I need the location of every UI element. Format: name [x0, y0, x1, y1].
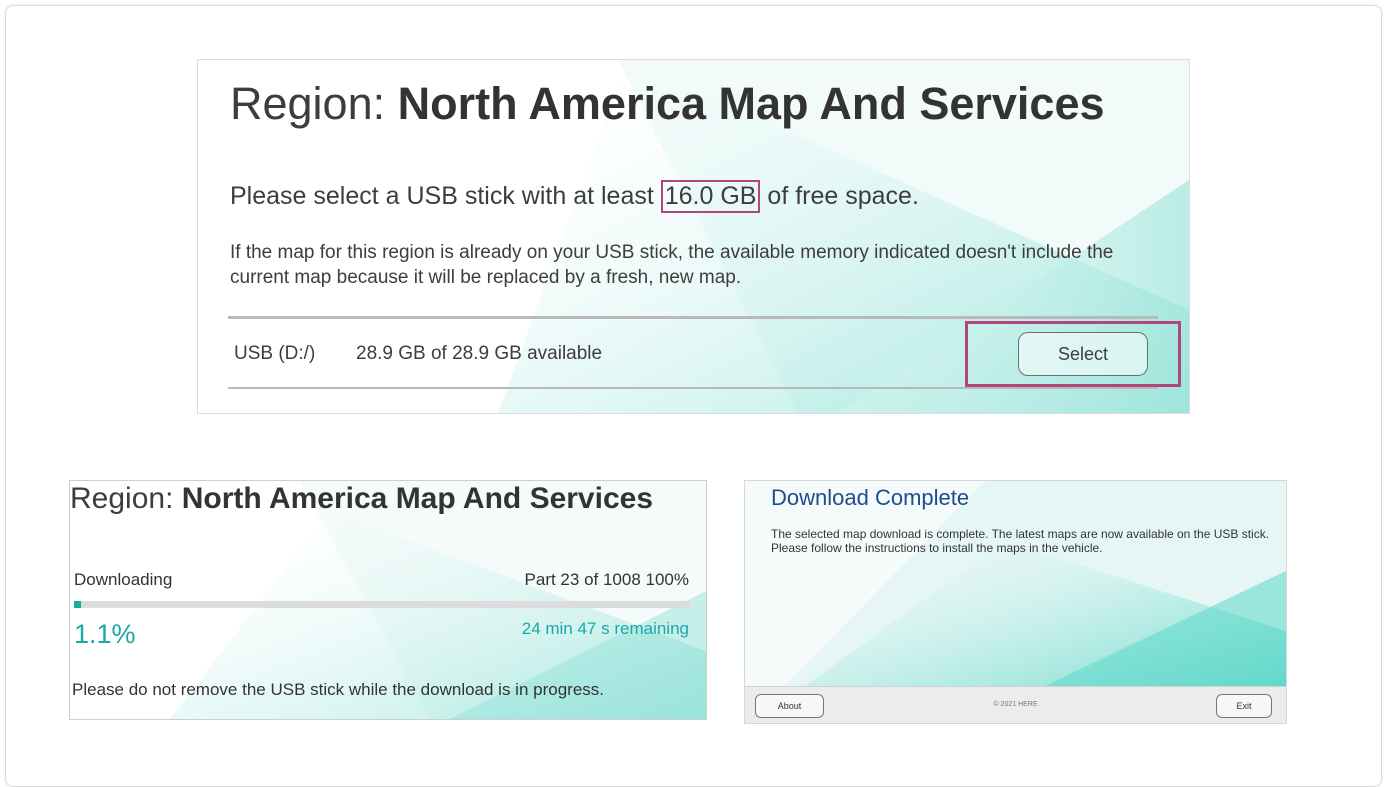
copyright-text: © 2021 HERE — [993, 701, 1038, 708]
region-title: Region: North America Map And Services — [70, 482, 654, 515]
complete-title: Download Complete — [771, 485, 970, 510]
download-status: Downloading — [74, 570, 173, 589]
drive-label: USB (D:/) — [234, 343, 316, 364]
usb-warning: Please do not remove the USB stick while… — [72, 680, 604, 699]
replacement-note: If the map for this region is already on… — [230, 242, 1114, 288]
download-progress-fill — [74, 601, 81, 608]
select-button[interactable]: Select — [1018, 332, 1148, 376]
time-remaining: 24 min 47 s remaining — [521, 619, 689, 638]
required-space-highlight: 16.0 GB — [660, 180, 761, 213]
divider-bottom — [228, 387, 1158, 389]
drive-available-space: 28.9 GB of 28.9 GB available — [356, 343, 603, 364]
download-complete-panel: Download Complete The selected map downl… — [744, 480, 1287, 724]
complete-message: The selected map download is complete. T… — [771, 527, 1270, 555]
download-part-counter: Part 23 of 1008 100% — [524, 570, 689, 589]
download-progress-bar — [74, 601, 691, 608]
download-progress-panel: Region: North America Map And Services D… — [69, 480, 707, 720]
region-title: Region: North America Map And Services — [230, 78, 1105, 129]
usb-select-panel: Region: North America Map And Services P… — [197, 59, 1190, 414]
download-percent: 1.1% — [74, 619, 136, 649]
exit-button[interactable]: Exit — [1216, 694, 1272, 718]
divider-top — [228, 316, 1158, 319]
space-requirement: Please select a USB stick with at least … — [230, 180, 919, 213]
